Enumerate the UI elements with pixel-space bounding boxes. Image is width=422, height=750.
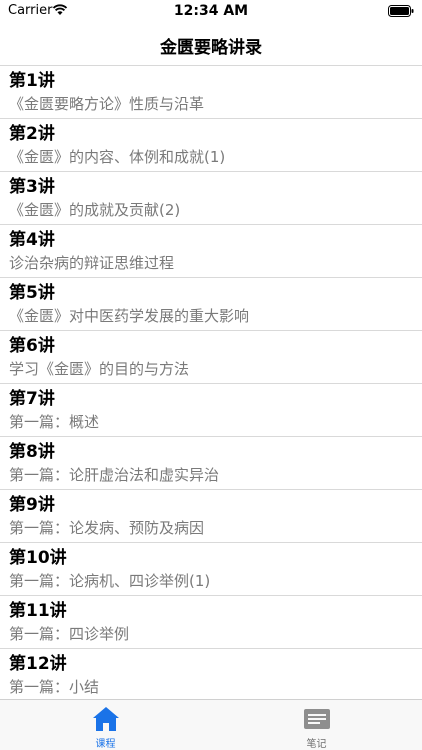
lesson-row-7[interactable]: 第7讲 第一篇：概述	[0, 384, 422, 437]
status-bar: Carrier 12:34 AM	[0, 0, 422, 22]
status-time: 12:34 AM	[173, 3, 249, 19]
lesson-title: 第11讲	[9, 601, 67, 621]
lesson-subtitle: 《金匮》的内容、体例和成就(1)	[9, 148, 226, 166]
lesson-subtitle: 《金匮》的成就及贡献(2)	[9, 201, 181, 219]
notes-icon	[304, 709, 330, 729]
home-icon	[93, 707, 119, 731]
lesson-title: 第10讲	[9, 548, 67, 568]
lesson-subtitle: 学习《金匮》的目的与方法	[9, 360, 190, 378]
lesson-title: 第3讲	[9, 177, 55, 197]
lesson-row-8[interactable]: 第8讲 第一篇：论肝虚治法和虚实异治	[0, 437, 422, 490]
tab-courses-label: 课程	[95, 739, 116, 750]
lesson-title: 第6讲	[9, 336, 55, 356]
lesson-row-5[interactable]: 第5讲 《金匮》对中医药学发展的重大影响	[0, 278, 422, 331]
lesson-row-4[interactable]: 第4讲 诊治杂病的辩证思维过程	[0, 225, 422, 278]
navigation-bar: 金匮要略讲录	[0, 22, 422, 66]
lesson-title: 第4讲	[9, 230, 55, 250]
lesson-title: 第9讲	[9, 495, 55, 515]
page-title: 金匮要略讲录	[160, 38, 262, 58]
lesson-subtitle: 诊治杂病的辩证思维过程	[9, 254, 175, 272]
tab-bar: 课程 笔记	[0, 699, 422, 750]
battery-icon	[388, 5, 414, 17]
lesson-row-12[interactable]: 第12讲 第一篇：小结	[0, 649, 422, 702]
lesson-subtitle: 《金匮要略方论》性质与沿革	[9, 95, 205, 113]
tab-courses[interactable]: 课程	[0, 700, 211, 750]
lesson-title: 第1讲	[9, 71, 55, 91]
lesson-title: 第2讲	[9, 124, 55, 144]
lesson-row-1[interactable]: 第1讲 《金匮要略方论》性质与沿革	[0, 66, 422, 119]
tab-notes[interactable]: 笔记	[211, 700, 422, 750]
lesson-subtitle: 第一篇：论肝虚治法和虚实异治	[9, 466, 220, 484]
lesson-row-11[interactable]: 第11讲 第一篇：四诊举例	[0, 596, 422, 649]
lesson-title: 第5讲	[9, 283, 55, 303]
lesson-row-6[interactable]: 第6讲 学习《金匮》的目的与方法	[0, 331, 422, 384]
lesson-title: 第8讲	[9, 442, 55, 462]
lesson-title: 第12讲	[9, 654, 67, 674]
lesson-subtitle: 《金匮》对中医药学发展的重大影响	[9, 307, 250, 325]
lesson-list: 第1讲 《金匮要略方论》性质与沿革 第2讲 《金匮》的内容、体例和成就(1) 第…	[0, 66, 422, 702]
lesson-row-2[interactable]: 第2讲 《金匮》的内容、体例和成就(1)	[0, 119, 422, 172]
tab-notes-label: 笔记	[306, 739, 327, 750]
lesson-subtitle: 第一篇：概述	[9, 413, 100, 431]
lesson-row-9[interactable]: 第9讲 第一篇：论发病、预防及病因	[0, 490, 422, 543]
lesson-subtitle: 第一篇：小结	[9, 678, 100, 696]
lesson-row-3[interactable]: 第3讲 《金匮》的成就及贡献(2)	[0, 172, 422, 225]
lesson-subtitle: 第一篇：四诊举例	[9, 625, 130, 643]
lesson-title: 第7讲	[9, 389, 55, 409]
lesson-subtitle: 第一篇：论病机、四诊举例(1)	[9, 572, 211, 590]
lesson-subtitle: 第一篇：论发病、预防及病因	[9, 519, 205, 537]
lesson-row-10[interactable]: 第10讲 第一篇：论病机、四诊举例(1)	[0, 543, 422, 596]
